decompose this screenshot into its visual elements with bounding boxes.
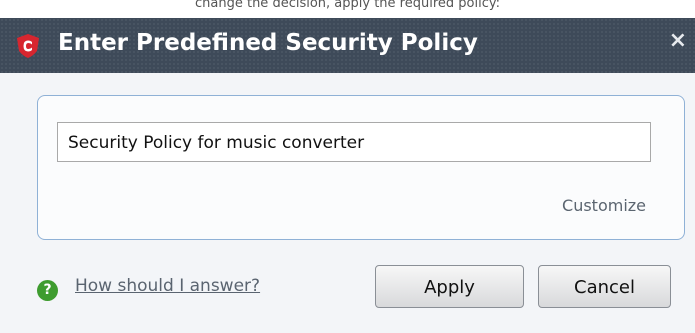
comodo-shield-icon [17,34,39,58]
close-button[interactable]: × [669,28,687,53]
customize-link[interactable]: Customize [562,196,646,215]
security-policy-dialog: Enter Predefined Security Policy × Secur… [0,18,695,333]
policy-select-field[interactable]: Security Policy for music converter [57,122,651,162]
titlebar: Enter Predefined Security Policy × [0,18,695,73]
apply-button[interactable]: Apply [375,265,524,308]
help-link[interactable]: How should I answer? [75,276,260,296]
top-strip: change the decision, apply the required … [0,0,695,18]
cancel-button[interactable]: Cancel [538,265,671,308]
top-caption: change the decision, apply the required … [195,0,500,11]
dialog-title: Enter Predefined Security Policy [58,30,478,56]
help-icon: ? [37,280,58,301]
policy-group-box: Security Policy for music converter Cust… [37,95,685,240]
